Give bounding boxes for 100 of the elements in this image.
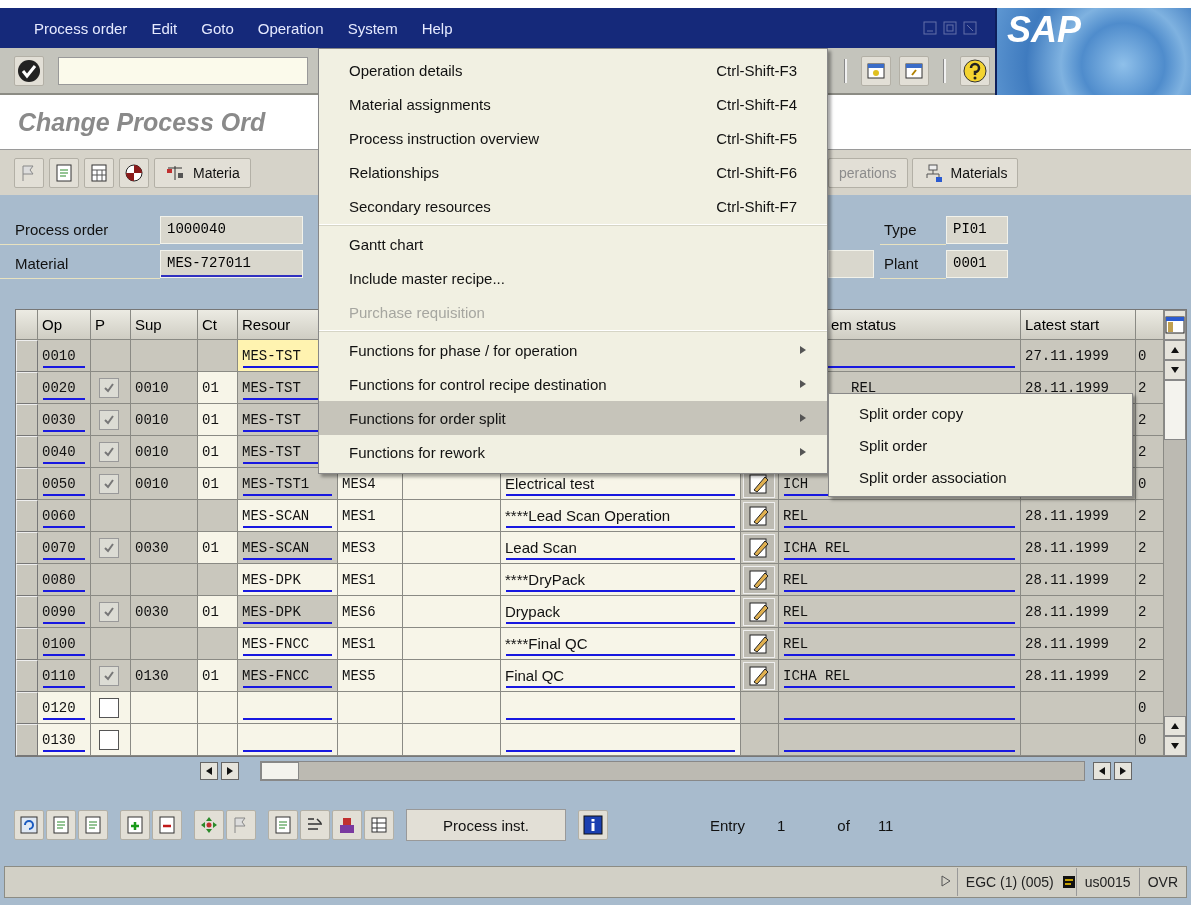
table-cell: 0010 bbox=[131, 372, 198, 404]
table-cell: 0020 bbox=[38, 372, 91, 404]
table-cell: ****Lead Scan Operation bbox=[501, 500, 741, 532]
sap-logo: SAP bbox=[1007, 12, 1082, 48]
table-cell: 2 bbox=[1136, 532, 1164, 564]
value-field[interactable]: MES-727011 bbox=[160, 250, 303, 278]
table-cell: 01 bbox=[198, 660, 238, 692]
menu-item[interactable]: Secondary resources Ctrl-Shift-F7 bbox=[319, 189, 827, 223]
column-header: Op bbox=[38, 310, 91, 340]
table-cell: REL bbox=[779, 500, 1021, 532]
table-cell: 0050 bbox=[38, 468, 91, 500]
value-field[interactable]: 1000040 bbox=[160, 216, 303, 244]
column-header: Ct bbox=[198, 310, 238, 340]
table-cell: 28.11.1999 bbox=[1021, 532, 1136, 564]
table-cell: 0040 bbox=[38, 436, 91, 468]
table-cell: ****DryPack bbox=[501, 564, 741, 596]
table-cell: 0130 bbox=[131, 660, 198, 692]
menu-item[interactable]: Functions for order split bbox=[319, 401, 827, 435]
table-cell: REL bbox=[779, 628, 1021, 660]
client-info: us0015 bbox=[1075, 868, 1139, 896]
table-cell: MES-SCAN bbox=[238, 532, 338, 564]
menu-item[interactable]: Process instruction overview Ctrl-Shift-F5 bbox=[319, 121, 827, 155]
table-cell: 0120 bbox=[38, 692, 91, 724]
table-cell: 0 bbox=[1136, 340, 1164, 372]
table-cell: MES1 bbox=[338, 500, 403, 532]
table-cell: 2 bbox=[1136, 628, 1164, 660]
menu-bar-item[interactable]: Process order bbox=[34, 19, 128, 37]
entry-total: 11 bbox=[877, 816, 894, 834]
value-field[interactable]: 0001 bbox=[946, 250, 1008, 278]
shortcut-text: Ctrl-Shift-F4 bbox=[716, 95, 798, 113]
value-field[interactable]: PI01 bbox=[946, 216, 1008, 244]
table-cell: MES1 bbox=[338, 564, 403, 596]
table-cell: 0110 bbox=[38, 660, 91, 692]
table-cell: ****Final QC bbox=[501, 628, 741, 660]
column-header: Latest start bbox=[1021, 310, 1136, 340]
table-cell: 01 bbox=[198, 372, 238, 404]
shortcut-text: Ctrl-Shift-F5 bbox=[716, 129, 798, 147]
mode-info: OVR bbox=[1138, 868, 1186, 896]
table-cell: MES-FNCC bbox=[238, 628, 338, 660]
shortcut-text: Ctrl-Shift-F6 bbox=[716, 163, 798, 181]
menu-bar-item[interactable]: Help bbox=[421, 19, 453, 37]
shortcut-text: Ctrl-Shift-F3 bbox=[716, 61, 798, 79]
table-cell: 2 bbox=[1136, 596, 1164, 628]
table-cell: 0060 bbox=[38, 500, 91, 532]
table-cell: 2 bbox=[1136, 660, 1164, 692]
table-cell: 0 bbox=[1136, 468, 1164, 500]
table-cell: 0010 bbox=[38, 340, 91, 372]
entry-label: Entry bbox=[710, 816, 745, 834]
menu-item[interactable]: Relationships Ctrl-Shift-F6 bbox=[319, 155, 827, 189]
table-cell: 0100 bbox=[38, 628, 91, 660]
entry-of-label: of bbox=[837, 816, 850, 834]
column-header: P bbox=[91, 310, 131, 340]
table-cell: 01 bbox=[198, 468, 238, 500]
table-cell: MES5 bbox=[338, 660, 403, 692]
table-cell: 2 bbox=[1136, 500, 1164, 532]
menu-bar-item[interactable]: Edit bbox=[151, 19, 178, 37]
menu-bar-item[interactable]: Operation bbox=[257, 19, 324, 37]
toolbar-text-button[interactable]: Materials bbox=[911, 157, 1019, 188]
table-cell: 0 bbox=[1136, 724, 1164, 756]
table-cell: 28.11.1999 bbox=[1021, 564, 1136, 596]
table-cell: 0010 bbox=[131, 468, 198, 500]
table-cell: MES-TST1 bbox=[238, 468, 338, 500]
menu-bar-item[interactable]: Goto bbox=[201, 19, 234, 37]
table-cell: 01 bbox=[198, 596, 238, 628]
menu-bar-item[interactable]: System bbox=[347, 19, 398, 37]
menu-item[interactable]: Gantt chart bbox=[319, 227, 827, 261]
table-cell: 2 bbox=[1136, 564, 1164, 596]
table-cell: 2 bbox=[1136, 372, 1164, 404]
table-cell: 28.11.1999 bbox=[1021, 628, 1136, 660]
menu-item[interactable]: Material assignments Ctrl-Shift-F4 bbox=[319, 87, 827, 121]
process-inst-button[interactable]: Process inst. bbox=[406, 809, 566, 841]
table-cell: MES-DPK bbox=[238, 596, 338, 628]
table-cell: MES-SCAN bbox=[238, 500, 338, 532]
table-cell: 0010 bbox=[131, 436, 198, 468]
table-cell: MES3 bbox=[338, 532, 403, 564]
table-cell: 2 bbox=[1136, 436, 1164, 468]
table-cell: 2 bbox=[1136, 404, 1164, 436]
table-cell: 0010 bbox=[131, 404, 198, 436]
table-cell: Lead Scan bbox=[501, 532, 741, 564]
table-cell: MES-FNCC bbox=[238, 660, 338, 692]
entry-number: 1 bbox=[777, 816, 786, 834]
table-cell: Final QC bbox=[501, 660, 741, 692]
table-cell: 28.11.1999 bbox=[1021, 596, 1136, 628]
table-cell: 0090 bbox=[38, 596, 91, 628]
table-cell: REL bbox=[779, 564, 1021, 596]
table-cell: 0130 bbox=[38, 724, 91, 756]
table-cell: 01 bbox=[198, 532, 238, 564]
table-cell: 0030 bbox=[131, 596, 198, 628]
menu-item[interactable]: Split order bbox=[829, 429, 1132, 461]
table-cell: MES6 bbox=[338, 596, 403, 628]
table-cell: 27.11.1999 bbox=[1021, 340, 1136, 372]
table-cell: Drypack bbox=[501, 596, 741, 628]
system-info: EGC (1) (005) bbox=[956, 868, 1062, 896]
table-cell: 0070 bbox=[38, 532, 91, 564]
table-cell: 01 bbox=[198, 404, 238, 436]
table-cell: 0 bbox=[1136, 692, 1164, 724]
table-cell: MES1 bbox=[338, 628, 403, 660]
material-button[interactable]: Materia bbox=[154, 157, 251, 188]
table-cell: ICHA REL bbox=[779, 532, 1021, 564]
menu-item[interactable]: Include master recipe... bbox=[319, 261, 827, 295]
